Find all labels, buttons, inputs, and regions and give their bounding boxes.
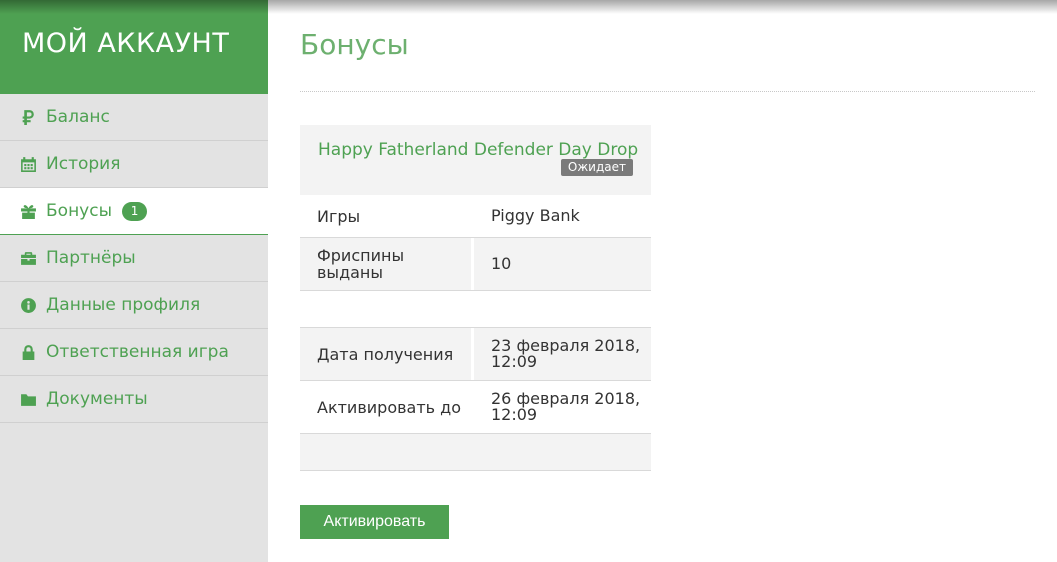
row-label: Игры (317, 206, 361, 226)
folder-icon (19, 390, 37, 408)
briefcase-icon (19, 249, 37, 267)
calendar-icon (19, 155, 37, 173)
sidebar-item-partners[interactable]: Партнёры (0, 235, 268, 282)
row-label (300, 291, 471, 327)
sidebar-item-label: Бонусы (46, 201, 113, 221)
row-value: 23 февраля 2018, 12:09 (471, 328, 651, 380)
bonus-card-header: Happy Fatherland Defender Day Drop Ожида… (300, 125, 651, 195)
activate-button[interactable]: Активировать (300, 505, 449, 539)
bonus-count-badge: 1 (122, 201, 148, 221)
sidebar-item-label: Данные профиля (46, 295, 201, 315)
gift-icon (19, 202, 37, 220)
sidebar-item-documents[interactable]: Документы (0, 376, 268, 423)
sidebar-item-label: Баланс (46, 107, 110, 127)
lock-icon (19, 343, 37, 361)
sidebar-item-label: Документы (46, 389, 148, 409)
row-label: Фриспины выданы (317, 246, 405, 282)
row-label: Дата получения (317, 344, 454, 364)
bonus-title: Happy Fatherland Defender Day Drop (318, 140, 639, 160)
status-badge: Ожидает (560, 159, 633, 176)
row-value: Piggy Bank (471, 195, 651, 237)
main-content: Бонусы Happy Fatherland Defender Day Dro… (300, 0, 1035, 562)
bonus-card: Happy Fatherland Defender Day Drop Ожида… (300, 125, 651, 471)
sidebar-title: МОЙ АККАУНТ (22, 28, 230, 59)
sidebar-item-profile[interactable]: Данные профиля (0, 282, 268, 329)
title-divider (300, 91, 1035, 92)
row-value (471, 291, 651, 327)
bonus-row-freespins: Фриспины выданы 10 (300, 238, 651, 291)
sidebar-item-balance[interactable]: Баланс (0, 94, 268, 141)
bonus-row-received-date: Дата получения 23 февраля 2018, 12:09 (300, 328, 651, 381)
row-label (300, 434, 471, 470)
row-value (471, 434, 651, 470)
bonus-row-games: Игры Piggy Bank (300, 195, 651, 238)
bonus-row-empty (300, 434, 651, 471)
row-value: 26 февраля 2018, 12:09 (471, 381, 651, 433)
sidebar-item-history[interactable]: История (0, 141, 268, 188)
sidebar-header: МОЙ АККАУНТ (0, 0, 268, 94)
sidebar-item-bonuses[interactable]: Бонусы 1 (0, 188, 268, 235)
sidebar-item-label: История (46, 154, 121, 174)
ruble-icon (19, 108, 37, 126)
sidebar-item-label: Ответственная игра (46, 342, 229, 362)
bonus-row-activate-until: Активировать до 26 февраля 2018, 12:09 (300, 381, 651, 434)
info-icon (19, 296, 37, 314)
sidebar: МОЙ АККАУНТ Баланс История Бонусы 1 Парт… (0, 0, 268, 562)
page-title: Бонусы (300, 28, 409, 61)
bonus-row-empty (300, 291, 651, 328)
sidebar-item-label: Партнёры (46, 248, 136, 268)
row-label: Активировать до (317, 397, 462, 417)
row-value: 10 (471, 238, 651, 290)
sidebar-item-responsible-gaming[interactable]: Ответственная игра (0, 329, 268, 376)
